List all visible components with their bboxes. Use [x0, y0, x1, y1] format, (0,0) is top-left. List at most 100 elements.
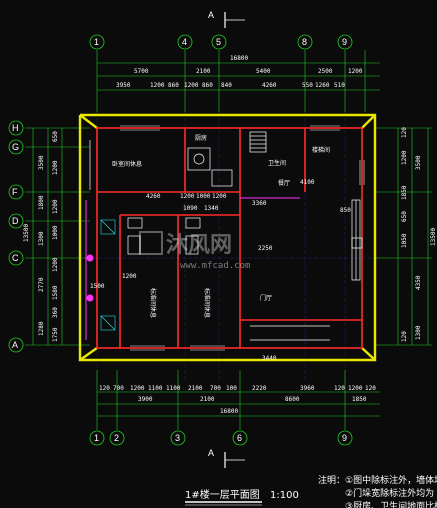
- interior-dim-9: 3440: [262, 355, 277, 362]
- bottom-axis-9: 9: [342, 433, 347, 443]
- left-overall-dim: 13500: [23, 224, 30, 242]
- top-dim-4: 2500: [318, 68, 333, 75]
- interior-dim-11: 4100: [300, 179, 315, 186]
- bottom-dim2-8: 100: [226, 385, 237, 392]
- bottom-dim-1: 3900: [138, 396, 153, 403]
- title-main: 1#楼一层平面图: [185, 488, 260, 501]
- bottom-dim2-7: 700: [210, 385, 221, 392]
- left-axis-C: C: [12, 253, 19, 263]
- bottom-dim2-5: 1100: [166, 385, 181, 392]
- interior-dim-2: 1200: [180, 193, 195, 200]
- bottom-dim2-12: 1200: [348, 385, 363, 392]
- right-dim-3: 1300: [415, 325, 422, 340]
- left-dim2-2: 1200: [52, 160, 59, 175]
- top-dim-2: 2100: [196, 68, 211, 75]
- note-3: ③厨房、卫生间地面比楼: [345, 500, 437, 508]
- notes: 注明：①图中除标注外，墙体均 ②门垛宽除标注外均为 ③厨房、卫生间地面比楼: [318, 474, 437, 508]
- bottom-axis-1: 1: [94, 433, 99, 443]
- bottom-dim2-2: 700: [113, 385, 124, 392]
- right-dim2-6: 120: [401, 331, 408, 342]
- left-dim2-5: 1200: [52, 257, 59, 272]
- watermark-text: 沐风网: [166, 233, 232, 258]
- right-overall-dim: 13500: [430, 228, 437, 246]
- top-axis-8: 8: [302, 37, 307, 47]
- left-axis-A: A: [12, 340, 18, 350]
- top-dim-5: 1200: [348, 68, 363, 75]
- top-dim2-7: 4260: [262, 82, 277, 89]
- note-2: ②门垛宽除标注外均为: [345, 487, 434, 499]
- watermark: 沐风网 www.mfcad.com: [139, 231, 250, 271]
- top-dim2-3: 860: [168, 82, 179, 89]
- section-mark-bottom: A: [208, 448, 245, 468]
- top-dim2-10: 510: [334, 82, 345, 89]
- top-dim-3: 5400: [256, 68, 271, 75]
- top-axis-9: 9: [342, 37, 347, 47]
- bottom-dim-4: 1850: [352, 396, 367, 403]
- left-axis-D: D: [12, 216, 19, 226]
- left-dim2-8: 1750: [52, 327, 59, 342]
- left-dim-3: 1300: [38, 231, 45, 246]
- bottom-dims-row2: 120 700 1200 1100 1100 2100 700 100 2220…: [99, 385, 376, 392]
- bottom-axis-bubbles: [89, 430, 353, 446]
- interior-dim-1: 4260: [146, 193, 161, 200]
- left-dim-5: 1280: [38, 321, 45, 336]
- section-mark-bottom-label: A: [208, 448, 214, 458]
- bottom-dim2-13: 120: [365, 385, 376, 392]
- left-dim2-7: 360: [52, 307, 59, 318]
- top-dim2-1: 3950: [116, 82, 131, 89]
- drawing-title: 1#楼一层平面图 1:100: [185, 488, 299, 506]
- room-label-4: 楼梯间: [312, 146, 330, 154]
- room-label-5: 餐厅: [278, 179, 290, 187]
- right-dim2-5: 1050: [401, 233, 408, 248]
- bottom-dim-2: 2100: [200, 396, 215, 403]
- left-axis-H: H: [12, 123, 19, 133]
- room-label-6: 标准间休息: [149, 288, 157, 318]
- interior-dim-10: 1500: [90, 283, 105, 290]
- left-dim2-3: 1200: [52, 199, 59, 214]
- interior-dim-12: 1200: [122, 273, 137, 280]
- bottom-dim2-1: 120: [99, 385, 110, 392]
- section-mark-top: A: [208, 10, 245, 28]
- top-dim-1: 5700: [134, 68, 149, 75]
- bottom-dim2-10: 3960: [300, 385, 315, 392]
- bottom-dim2-11: 120: [334, 385, 345, 392]
- interior-dim-13: 850: [340, 207, 351, 214]
- top-axis-5: 5: [216, 37, 221, 47]
- cyan-accents: [100, 219, 116, 331]
- left-dim-2: 1800: [38, 195, 45, 210]
- right-dim2-4: 650: [401, 211, 408, 222]
- bottom-axis-2: 2: [114, 433, 119, 443]
- bottom-dim2-6: 2100: [188, 385, 203, 392]
- room-label-1: 卧室间休息: [112, 160, 142, 168]
- bottom-axis-6: 6: [237, 433, 242, 443]
- interior-dim-6: 1340: [204, 205, 219, 212]
- left-axis-F: F: [12, 187, 18, 197]
- right-dim-2: 4350: [415, 275, 422, 290]
- interior-dim-7: 3360: [252, 200, 267, 207]
- left-dim-4: 2770: [38, 277, 45, 292]
- left-dim2-1: 650: [52, 131, 59, 142]
- title-scale: 1:100: [270, 490, 299, 501]
- top-dims-row2: 3950 1200 860 1200 860 840 4260 550 1260…: [116, 82, 345, 89]
- watermark-url: www.mfcad.com: [180, 261, 250, 271]
- top-axis-4: 4: [182, 37, 187, 47]
- interior-dim-5: 1090: [183, 205, 198, 212]
- left-dim2-4: 1000: [52, 225, 59, 240]
- top-dim2-9: 1260: [315, 82, 330, 89]
- top-overall-dim: 16800: [230, 55, 248, 62]
- room-label-8: 门厅: [260, 294, 272, 302]
- floor-plan-drawing: A A 16800 5700 2100 5400 2500 1200 3950 …: [8, 10, 437, 508]
- right-dim-1: 3500: [415, 155, 422, 170]
- top-dim2-6: 840: [221, 82, 232, 89]
- bottom-dims-row1: 3900 2100 8600 1850: [138, 396, 367, 403]
- top-dim2-8: 550: [302, 82, 313, 89]
- bottom-dim2-4: 1100: [148, 385, 163, 392]
- interior-dim-3: 1000: [196, 193, 211, 200]
- top-dim2-5: 860: [202, 82, 213, 89]
- room-label-7: 标准间休息: [203, 288, 211, 318]
- bottom-dim2-3: 1200: [130, 385, 145, 392]
- room-label-2: 厨房: [195, 134, 207, 142]
- top-dim2-4: 1200: [184, 82, 199, 89]
- left-dim2-6: 1580: [52, 285, 59, 300]
- right-dim2-1: 120: [401, 127, 408, 138]
